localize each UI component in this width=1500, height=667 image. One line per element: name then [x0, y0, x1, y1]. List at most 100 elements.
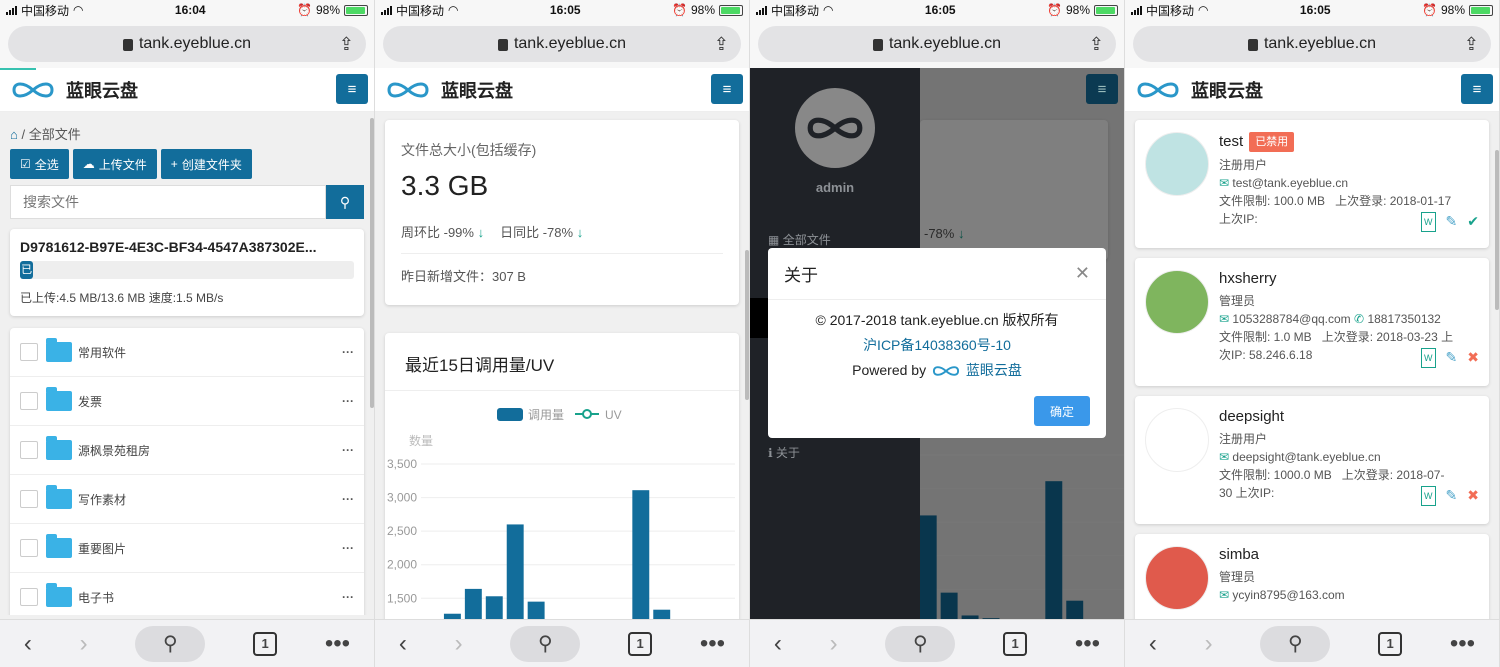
document-icon[interactable]: W: [1421, 212, 1436, 232]
logo-icon: [807, 117, 863, 139]
icp-link[interactable]: 沪ICP备14038360号-10: [768, 333, 1106, 358]
back-icon[interactable]: ‹: [24, 630, 32, 658]
share-icon[interactable]: ⇪: [339, 34, 354, 55]
address-bar[interactable]: tank.eyeblue.cn ⇪: [383, 26, 741, 62]
tabs-button[interactable]: 1: [1378, 631, 1403, 656]
file-row[interactable]: 写作素材 ···: [10, 475, 364, 524]
file-row[interactable]: 常用软件 ···: [10, 328, 364, 377]
disable-icon[interactable]: ✖: [1467, 348, 1479, 368]
enable-icon[interactable]: ✔: [1467, 212, 1479, 232]
row-checkbox[interactable]: [20, 441, 38, 459]
row-checkbox[interactable]: [20, 392, 38, 410]
last-login: 上次登录: 2018-01-17: [1335, 194, 1452, 208]
more-options-icon[interactable]: ···: [342, 541, 354, 555]
file-row[interactable]: 电子书 ···: [10, 573, 364, 615]
battery-percent: 98%: [315, 3, 340, 17]
plus-icon: +: [170, 157, 178, 171]
more-icon[interactable]: •••: [1075, 630, 1100, 658]
close-icon[interactable]: ✕: [1075, 263, 1090, 284]
search-input[interactable]: [10, 185, 326, 219]
browser-toolbar: ‹ › ⚲ 1 •••: [1125, 619, 1499, 667]
scrollbar[interactable]: [1495, 150, 1499, 310]
disable-icon[interactable]: ✖: [1467, 486, 1479, 506]
more-options-icon[interactable]: ···: [342, 443, 354, 457]
search-tab-button[interactable]: ⚲: [885, 625, 956, 662]
tabs-button[interactable]: 1: [1003, 631, 1028, 656]
status-bar: 中国移动 ◠ 16:05 ⏰ 98%: [1125, 0, 1499, 20]
more-options-icon[interactable]: ···: [342, 492, 354, 506]
file-row[interactable]: 发票 ···: [10, 377, 364, 426]
powered-by-link[interactable]: 蓝眼云盘: [966, 362, 1022, 378]
address-bar[interactable]: tank.eyeblue.cn ⇪: [8, 26, 366, 62]
more-options-icon[interactable]: ···: [342, 590, 354, 604]
tabs-button[interactable]: 1: [253, 631, 278, 656]
user-card[interactable]: test 已禁用 注册用户 ✉ test@tank.eyeblue.cn 文件限制: 1…: [1135, 120, 1489, 248]
search-tab-button[interactable]: ⚲: [135, 625, 206, 662]
forward-icon[interactable]: ›: [830, 630, 838, 658]
share-icon[interactable]: ⇪: [1089, 34, 1104, 55]
y-tick-label: 2,500: [387, 524, 417, 538]
share-icon[interactable]: ⇪: [714, 34, 729, 55]
menu-button[interactable]: ≡: [1086, 74, 1118, 104]
search-button[interactable]: ⚲: [326, 185, 364, 219]
confirm-button[interactable]: 确定: [1034, 396, 1090, 426]
legend-label: UV: [605, 408, 622, 422]
upload-button[interactable]: ☁ 上传文件: [72, 149, 157, 179]
row-checkbox[interactable]: [20, 588, 38, 606]
forward-icon[interactable]: ›: [455, 630, 463, 658]
upload-file-name: D9781612-B97E-4E3C-BF34-4547A387302E...: [20, 239, 317, 255]
scrollbar[interactable]: [745, 250, 749, 400]
home-icon[interactable]: ⌂: [10, 127, 18, 142]
more-icon[interactable]: •••: [325, 630, 350, 658]
back-icon[interactable]: ‹: [1149, 630, 1157, 658]
menu-button[interactable]: ≡: [336, 74, 368, 104]
tabs-button[interactable]: 1: [628, 631, 653, 656]
logo-icon: [12, 82, 54, 97]
row-checkbox[interactable]: [20, 490, 38, 508]
share-icon[interactable]: ⇪: [1464, 34, 1479, 55]
hamburger-icon: ≡: [1097, 80, 1107, 98]
logo-icon: [387, 82, 429, 97]
document-icon[interactable]: W: [1421, 486, 1436, 506]
more-options-icon[interactable]: ···: [342, 345, 354, 359]
back-icon[interactable]: ‹: [399, 630, 407, 658]
select-all-button[interactable]: ☑ 全选: [10, 149, 69, 179]
more-icon[interactable]: •••: [700, 630, 725, 658]
magnifier-icon: ⚲: [913, 633, 928, 655]
address-bar[interactable]: tank.eyeblue.cn ⇪: [758, 26, 1116, 62]
search-tab-button[interactable]: ⚲: [510, 625, 581, 662]
edit-icon[interactable]: ✎: [1446, 348, 1458, 368]
file-row[interactable]: 重要图片 ···: [10, 524, 364, 573]
user-card[interactable]: deepsight 注册用户 ✉ deepsight@tank.eyeblue.cn…: [1135, 396, 1489, 524]
phone-users: 中国移动 ◠ 16:05 ⏰ 98% tank.eyeblue.cn ⇪ 蓝眼云…: [1125, 0, 1500, 667]
forward-icon[interactable]: ›: [80, 630, 88, 658]
file-row[interactable]: 源枫景苑租房 ···: [10, 426, 364, 475]
forward-icon[interactable]: ›: [1205, 630, 1213, 658]
create-folder-button[interactable]: + 创建文件夹: [160, 149, 252, 179]
copyright-text: © 2017-2018 tank.eyeblue.cn 版权所有: [815, 312, 1059, 328]
back-icon[interactable]: ‹: [774, 630, 782, 658]
y-tick-label: 3,500: [387, 457, 417, 471]
user-card[interactable]: hxsherry 管理员 ✉ 1053288784@qq.com ✆ 1881735…: [1135, 258, 1489, 386]
edit-icon[interactable]: ✎: [1446, 212, 1458, 232]
arrow-down-icon: ↓: [576, 225, 584, 240]
scrollbar[interactable]: [370, 118, 374, 408]
search-tab-button[interactable]: ⚲: [1260, 625, 1331, 662]
alarm-icon: ⏰: [1047, 3, 1062, 17]
folder-name: 常用软件: [78, 345, 127, 360]
address-bar[interactable]: tank.eyeblue.cn ⇪: [1133, 26, 1491, 62]
drawer-item-about[interactable]: ℹ 关于: [750, 434, 920, 471]
row-checkbox[interactable]: [20, 539, 38, 557]
last-login: 上次登录: 2018-03-23 上: [1321, 330, 1454, 344]
hamburger-icon: ≡: [722, 80, 732, 98]
menu-button[interactable]: ≡: [711, 74, 743, 104]
more-icon[interactable]: •••: [1450, 630, 1475, 658]
phone-files: 中国移动 ◠ 16:04 ⏰ 98% tank.eyeblue.cn ⇪ 蓝眼云…: [0, 0, 375, 667]
menu-button[interactable]: ≡: [1461, 74, 1493, 104]
bar: [506, 524, 524, 633]
drawer-item-label: 关于: [775, 446, 800, 460]
more-options-icon[interactable]: ···: [342, 394, 354, 408]
document-icon[interactable]: W: [1421, 348, 1436, 368]
row-checkbox[interactable]: [20, 343, 38, 361]
edit-icon[interactable]: ✎: [1446, 486, 1458, 506]
